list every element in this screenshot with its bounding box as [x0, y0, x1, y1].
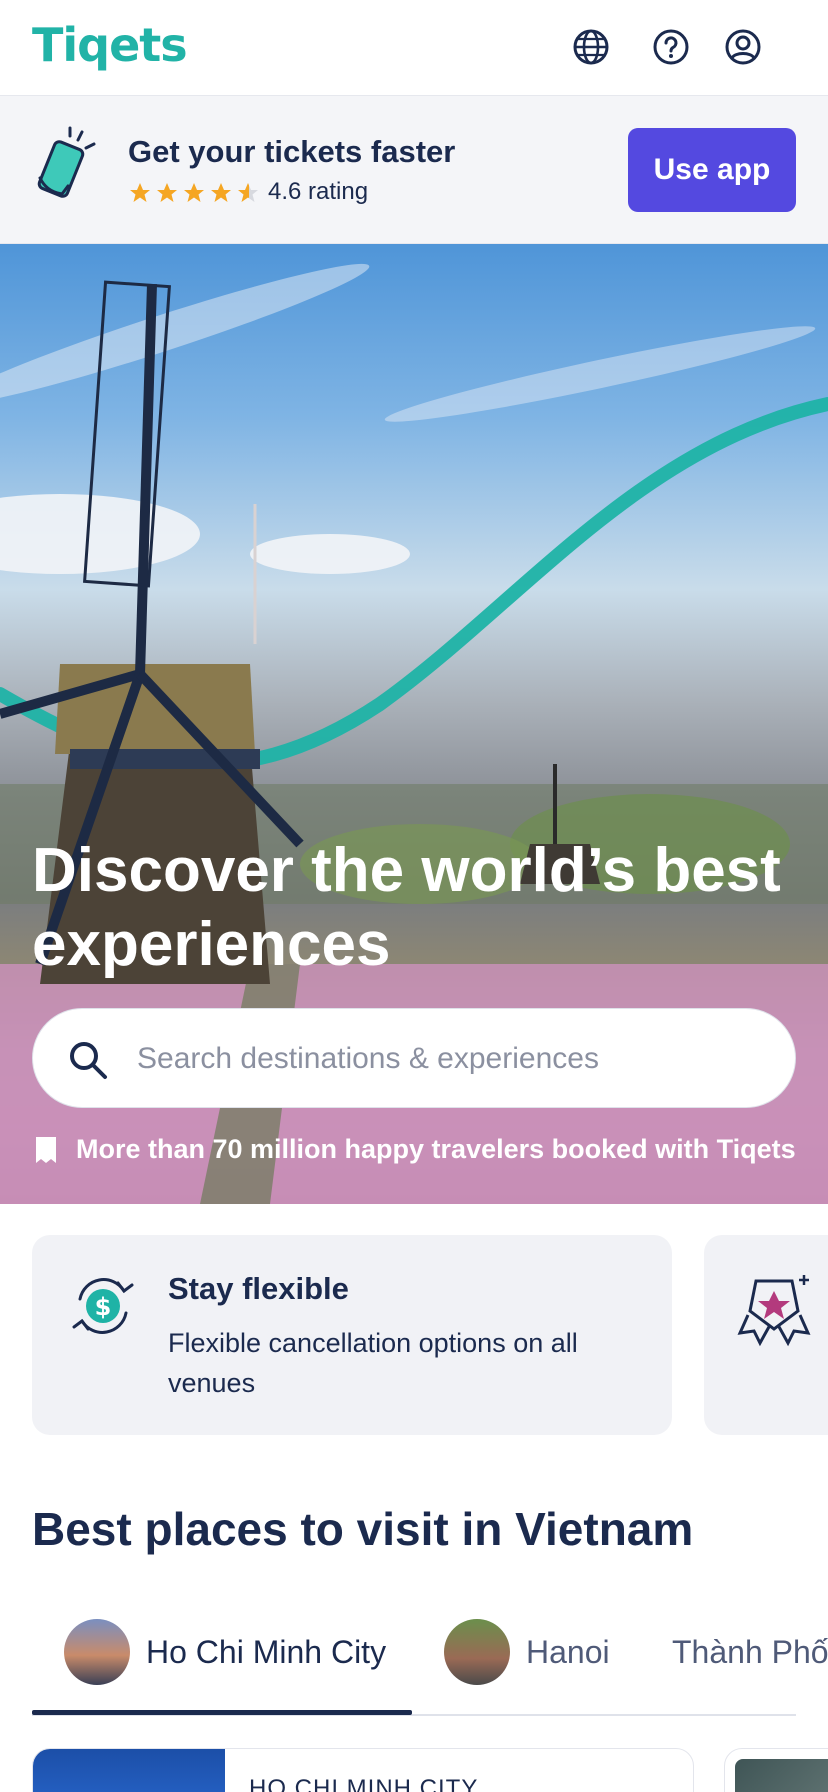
- tab-hanoi[interactable]: Hanoi: [444, 1618, 610, 1686]
- usp-card-flexible[interactable]: $ Stay flexible Flexible cancellation op…: [32, 1235, 672, 1435]
- travelers-text: More than 70 million happy travelers boo…: [76, 1134, 796, 1164]
- globe-icon[interactable]: [572, 28, 610, 66]
- hero-title: Discover the world’s best experiences: [32, 836, 781, 979]
- usp-text: Flexible cancellation options on all ven…: [168, 1328, 578, 1398]
- search-bar[interactable]: [32, 1008, 796, 1108]
- tab-ho-chi-minh-city[interactable]: Ho Chi Minh City: [64, 1618, 386, 1686]
- app-banner-title: Get your tickets faster: [128, 134, 456, 169]
- phone-hand-icon: [32, 126, 108, 210]
- search-icon: [70, 1042, 107, 1079]
- top-header: Tiqets: [0, 0, 828, 96]
- star-icon: [211, 183, 231, 202]
- ticket-icon: [36, 1136, 56, 1163]
- city-tab-strip: Ho Chi Minh City Hanoi Thành Phố: [32, 1614, 828, 1710]
- help-icon[interactable]: [652, 28, 690, 66]
- account-icon[interactable]: [724, 28, 762, 66]
- tab-label: Ho Chi Minh City: [146, 1633, 387, 1670]
- rating-text: 4.6 rating: [268, 178, 369, 205]
- use-app-button[interactable]: Use app: [628, 128, 796, 212]
- dollar-refresh-icon: $: [72, 1278, 134, 1334]
- tab-thanh-pho[interactable]: Thành Phố: [672, 1618, 828, 1686]
- star-icon: [157, 183, 177, 202]
- star-icon: [184, 183, 204, 202]
- city-card-image: [735, 1759, 828, 1792]
- city-avatar: [64, 1619, 130, 1685]
- search-input[interactable]: [137, 1035, 757, 1083]
- tab-label: Hanoi: [526, 1633, 610, 1670]
- best-places-title: Best places to visit in Vietnam: [32, 1503, 694, 1555]
- travelers-note: More than 70 million happy travelers boo…: [32, 1134, 796, 1165]
- city-card-next[interactable]: [724, 1748, 828, 1792]
- active-tab-indicator: [32, 1710, 412, 1715]
- tab-label: Thành Phố: [672, 1633, 828, 1670]
- tiqets-logo[interactable]: Tiqets: [32, 18, 188, 72]
- svg-text:$: $: [95, 1293, 112, 1321]
- usp-card-award[interactable]: [704, 1235, 828, 1435]
- half-star-icon: [238, 183, 258, 202]
- city-card-image: [33, 1749, 225, 1792]
- hero-section: Discover the world’s best experiences Mo…: [0, 244, 828, 1204]
- city-card[interactable]: HO CHI MINH CITY: [32, 1748, 694, 1792]
- city-card-label: HO CHI MINH CITY: [249, 1775, 479, 1792]
- award-star-icon: [737, 1275, 811, 1347]
- rating-stars: [128, 180, 260, 206]
- city-avatar: [444, 1619, 510, 1685]
- usp-title: Stay flexible: [168, 1271, 349, 1306]
- star-icon: [130, 183, 150, 202]
